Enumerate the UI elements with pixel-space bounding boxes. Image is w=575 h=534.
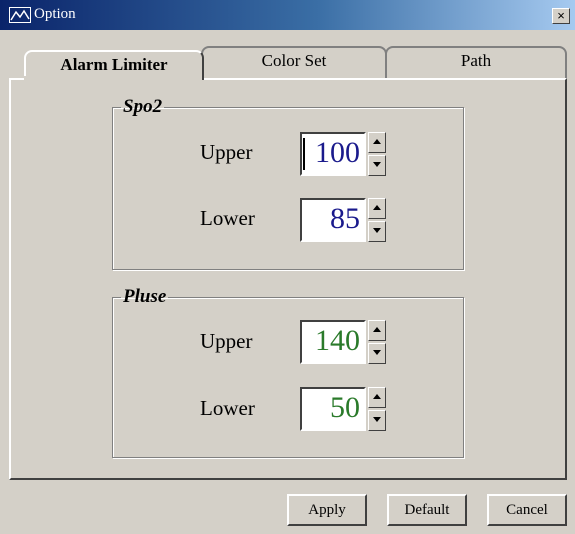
title-bar: Option × <box>0 0 575 30</box>
spo2-lower-value: 85 <box>330 202 360 235</box>
arrow-up-icon <box>373 327 381 332</box>
tab-panel-join <box>24 76 200 82</box>
pulse-upper-input[interactable]: 140 <box>300 320 366 364</box>
arrow-up-icon <box>373 205 381 210</box>
spo2-upper-spin-up[interactable] <box>368 132 386 153</box>
close-icon: × <box>557 8 565 23</box>
cancel-button[interactable]: Cancel <box>487 494 567 526</box>
arrow-down-icon <box>373 162 381 167</box>
arrow-down-icon <box>373 417 381 422</box>
pulse-upper-spin-down[interactable] <box>368 343 386 364</box>
arrow-down-icon <box>373 350 381 355</box>
chart-icon <box>9 7 31 23</box>
pulse-group: Pluse <box>112 286 464 458</box>
spo2-upper-spin-down[interactable] <box>368 155 386 176</box>
arrow-up-icon <box>373 394 381 399</box>
spo2-upper-value: 100 <box>315 136 360 169</box>
text-cursor <box>303 138 305 170</box>
pulse-lower-value: 50 <box>330 391 360 424</box>
pulse-lower-spin-down[interactable] <box>368 410 386 431</box>
spo2-lower-label: Lower <box>200 206 255 230</box>
spo2-upper-label: Upper <box>200 140 253 164</box>
tab-color-set[interactable]: Color Set <box>201 46 387 78</box>
spo2-lower-spin-up[interactable] <box>368 198 386 219</box>
spo2-lower-spin-down[interactable] <box>368 221 386 242</box>
spo2-group: Spo2 <box>112 96 464 270</box>
arrow-up-icon <box>373 139 381 144</box>
tab-path[interactable]: Path <box>385 46 567 78</box>
close-button[interactable]: × <box>552 8 570 24</box>
window-title: Option <box>34 6 76 22</box>
pulse-lower-label: Lower <box>200 396 255 420</box>
spo2-group-title: Spo2 <box>123 96 163 117</box>
pulse-group-title: Pluse <box>123 286 167 307</box>
default-button[interactable]: Default <box>387 494 467 526</box>
pulse-lower-input[interactable]: 50 <box>300 387 366 431</box>
spo2-upper-input[interactable]: 100 <box>300 132 366 176</box>
pulse-lower-spin-up[interactable] <box>368 387 386 408</box>
arrow-down-icon <box>373 228 381 233</box>
apply-button[interactable]: Apply <box>287 494 367 526</box>
pulse-upper-label: Upper <box>200 329 253 353</box>
pulse-upper-value: 140 <box>315 324 360 357</box>
pulse-upper-spin-up[interactable] <box>368 320 386 341</box>
spo2-lower-input[interactable]: 85 <box>300 198 366 242</box>
